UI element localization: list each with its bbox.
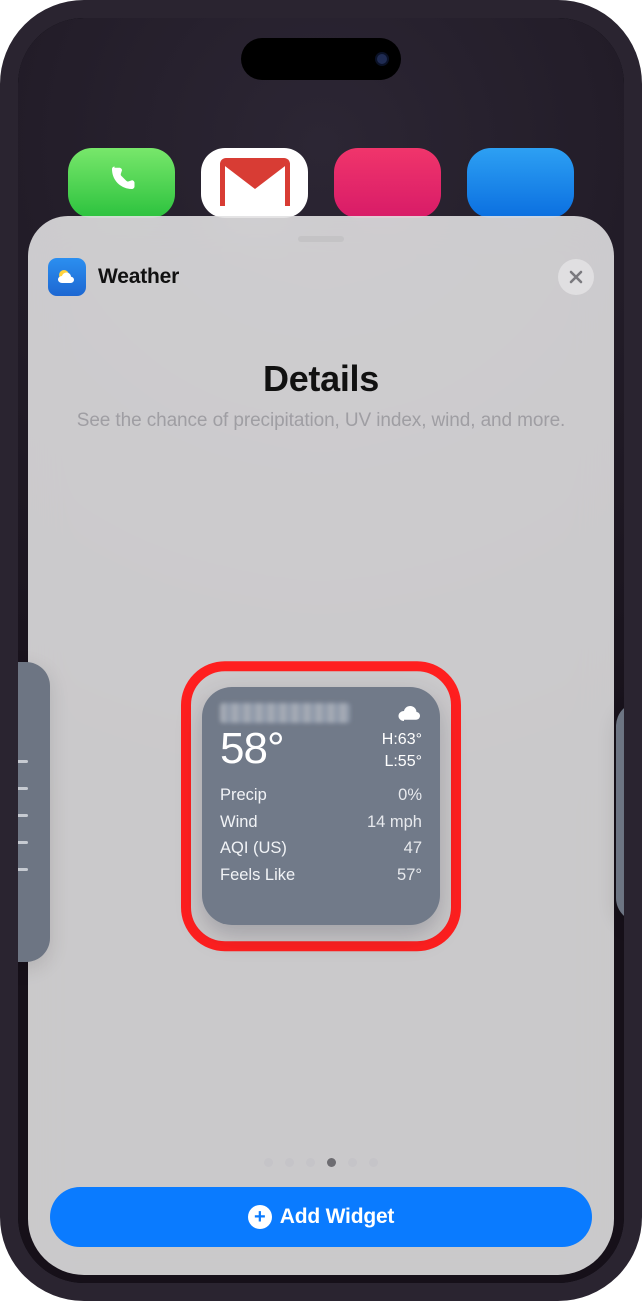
phone-frame: Weather Details See the chance of precip… xyxy=(0,0,642,1301)
location-name-redacted xyxy=(220,703,350,723)
detail-value: 14 mph xyxy=(367,809,422,835)
add-widget-button[interactable]: + Add Widget xyxy=(50,1187,592,1247)
page-dot[interactable] xyxy=(348,1158,357,1167)
app-phone-icon xyxy=(68,148,175,218)
detail-label: Precip xyxy=(220,782,267,808)
widget-description: Details See the chance of precipitation,… xyxy=(28,302,614,435)
weather-details-widget-preview[interactable]: 58° H:63° L:55° Precip0%Wind14 mphAQI (U… xyxy=(202,687,440,925)
widget-detail-row: Feels Like 57° xyxy=(220,862,422,888)
sheet-grabber[interactable] xyxy=(298,236,344,242)
widget-title: Details xyxy=(62,358,580,400)
sheet-app-name: Weather xyxy=(98,265,558,289)
detail-value: 0% xyxy=(398,782,422,808)
widget-detail-row: AQI (US) 47 xyxy=(220,835,422,861)
detail-label: Feels Like xyxy=(220,862,295,888)
close-button[interactable] xyxy=(558,259,594,295)
screen: Weather Details See the chance of precip… xyxy=(18,18,624,1283)
dynamic-island xyxy=(241,38,401,80)
power-button xyxy=(624,408,629,548)
home-app-row xyxy=(68,148,574,218)
detail-label: Wind xyxy=(220,809,258,835)
detail-value: 57° xyxy=(397,862,422,888)
current-temperature: 58° xyxy=(220,727,284,771)
carousel-peek-next[interactable] xyxy=(616,702,624,922)
app-mail-icon xyxy=(201,148,308,218)
page-dot[interactable] xyxy=(264,1158,273,1167)
close-icon xyxy=(568,269,584,285)
detail-value: 47 xyxy=(404,835,422,861)
widget-detail-rows: Precip 0% Wind 14 mph AQI (US) 47 Feels Like 57… xyxy=(220,782,422,888)
page-dot[interactable] xyxy=(306,1158,315,1167)
page-indicator[interactable] xyxy=(28,1158,614,1167)
widget-picker-sheet: Weather Details See the chance of precip… xyxy=(28,216,614,1275)
carousel-peek-prev[interactable]: y° xyxy=(18,662,50,962)
sheet-header: Weather xyxy=(28,258,614,302)
page-dot[interactable] xyxy=(285,1158,294,1167)
widget-detail-row: Precip 0% xyxy=(220,782,422,808)
front-camera-icon xyxy=(375,52,389,66)
widget-carousel[interactable]: y° 58° H:63° L:55° xyxy=(28,475,614,1150)
high-low-temperature: H:63° L:55° xyxy=(382,727,422,772)
add-widget-label: Add Widget xyxy=(280,1205,394,1229)
detail-label: AQI (US) xyxy=(220,835,287,861)
page-dot[interactable] xyxy=(327,1158,336,1167)
weather-app-icon xyxy=(48,258,86,296)
widget-subtitle: See the chance of precipitation, UV inde… xyxy=(62,408,580,435)
cloud-icon xyxy=(396,703,422,723)
app-music-icon xyxy=(334,148,441,218)
page-dot[interactable] xyxy=(369,1158,378,1167)
plus-circle-icon: + xyxy=(248,1205,272,1229)
app-appstore-icon xyxy=(467,148,574,218)
low-temperature: L:55° xyxy=(382,751,422,773)
widget-detail-row: Wind 14 mph xyxy=(220,809,422,835)
high-temperature: H:63° xyxy=(382,729,422,751)
